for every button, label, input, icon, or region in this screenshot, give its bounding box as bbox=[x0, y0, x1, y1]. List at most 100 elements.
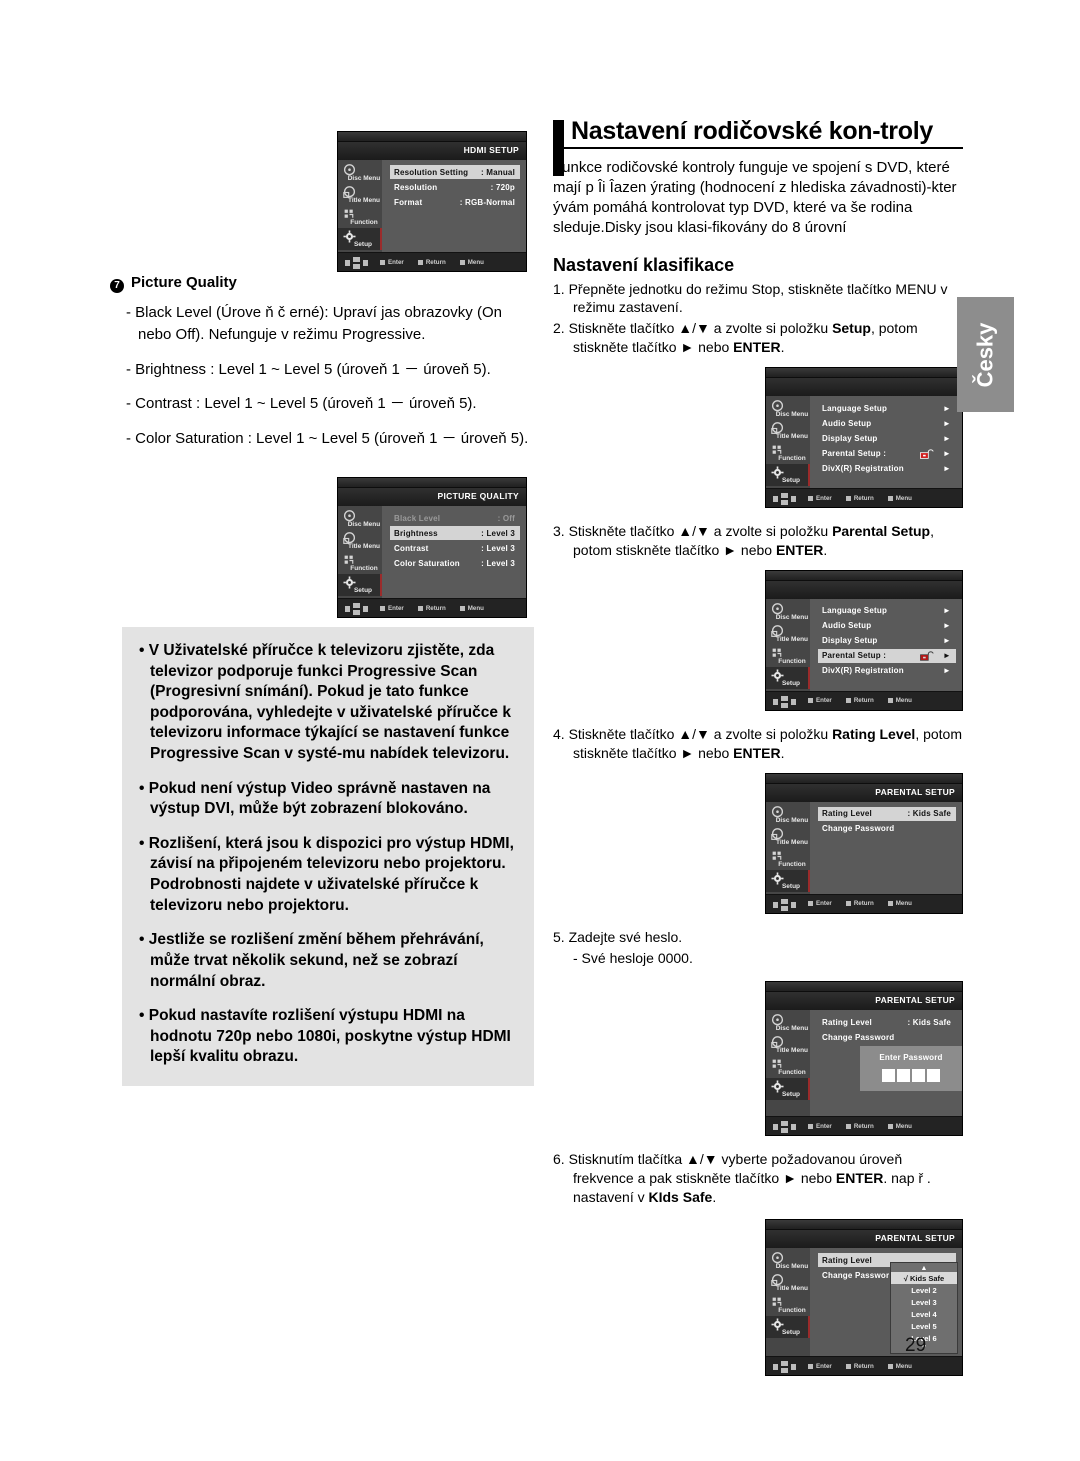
osd-enter-button[interactable]: Enter bbox=[808, 1363, 832, 1370]
osd-bottom-label: Return bbox=[425, 604, 446, 612]
osd-menu-button[interactable]: Menu bbox=[887, 495, 912, 502]
menu-key-icon bbox=[887, 698, 893, 704]
osd-row[interactable]: Language Setup ► bbox=[818, 604, 956, 618]
osd-sidebar-item-title-menu[interactable]: Title Menu bbox=[766, 1034, 810, 1056]
password-digit-box[interactable] bbox=[897, 1069, 910, 1083]
dpad-icon bbox=[772, 695, 796, 708]
osd-enter-button[interactable]: Enter bbox=[808, 697, 832, 704]
osd-sidebar-item-disc-menu[interactable]: Disc Menu bbox=[766, 1012, 810, 1034]
osd-sidebar-item-setup[interactable]: Setup bbox=[338, 228, 382, 250]
osd-sidebar-item-setup[interactable]: Setup bbox=[338, 574, 382, 596]
osd-return-button[interactable]: Return bbox=[417, 259, 446, 266]
osd-sidebar-item-title-menu[interactable]: Title Menu bbox=[766, 1272, 810, 1294]
osd-row[interactable]: DivX(R) Registration ► bbox=[818, 461, 956, 475]
osd-row[interactable]: Rating Level : Kids Safe bbox=[818, 1015, 956, 1029]
step-4-text-e: . bbox=[780, 744, 785, 761]
osd-menu-button[interactable]: Menu bbox=[887, 900, 912, 907]
osd-row[interactable]: Contrast : Level 3 bbox=[390, 541, 520, 555]
osd-menu-button[interactable]: Menu bbox=[887, 697, 912, 704]
enter-key-icon bbox=[808, 1363, 813, 1369]
osd-sidebar-item-setup[interactable]: Setup bbox=[766, 1316, 810, 1339]
osd-menu-button[interactable]: Menu bbox=[459, 605, 484, 612]
osd-sidebar-item-setup[interactable]: Setup bbox=[766, 1078, 810, 1101]
password-digit-box[interactable] bbox=[927, 1069, 940, 1083]
osd-return-button[interactable]: Return bbox=[845, 900, 874, 907]
dpad-icon bbox=[344, 602, 368, 615]
osd-sidebar-item-title-menu[interactable]: Title Menu bbox=[338, 184, 382, 206]
dropdown-option[interactable]: √ Kids Safe bbox=[891, 1272, 957, 1285]
osd-menu-button[interactable]: Menu bbox=[887, 1123, 912, 1130]
osd-sidebar-item-disc-menu[interactable]: Disc Menu bbox=[766, 398, 810, 420]
dropdown-option[interactable]: Level 2 bbox=[891, 1284, 957, 1296]
osd-row[interactable]: DivX(R) Registration ► bbox=[818, 664, 956, 678]
osd-row[interactable]: Resolution Setting : Manual bbox=[390, 165, 520, 179]
osd-parental-2-wrap: PARENTAL SETUP Disc Menu Title Menu Func… bbox=[553, 981, 963, 1137]
osd-enter-button[interactable]: Enter bbox=[808, 495, 832, 502]
chevron-right-icon: ► bbox=[942, 651, 951, 661]
osd-row[interactable]: Change Password bbox=[818, 822, 956, 836]
osd-menu-button[interactable]: Menu bbox=[459, 259, 484, 266]
osd-sidebar-item-function[interactable]: Function bbox=[338, 552, 382, 574]
osd-title: PICTURE QUALITY bbox=[338, 488, 526, 506]
osd-sidebar-item-function[interactable]: Function bbox=[766, 645, 810, 667]
osd-row[interactable]: Color Saturation : Level 3 bbox=[390, 556, 520, 570]
scroll-up-icon[interactable]: ▲ bbox=[891, 1265, 957, 1272]
title-menu-icon bbox=[771, 1036, 784, 1049]
password-input[interactable] bbox=[866, 1069, 956, 1083]
osd-return-button[interactable]: Return bbox=[845, 1363, 874, 1370]
dropdown-option[interactable]: Level 4 bbox=[891, 1308, 957, 1320]
section-title: Nastavení klasifikace bbox=[553, 254, 735, 275]
osd-sidebar-item-setup[interactable]: Setup bbox=[766, 666, 810, 689]
osd-return-button[interactable]: Return bbox=[845, 1123, 874, 1130]
osd-enter-button[interactable]: Enter bbox=[808, 1123, 832, 1130]
osd-row[interactable]: Change Password bbox=[818, 1030, 956, 1044]
osd-row[interactable]: Resolution : 720p bbox=[390, 180, 520, 194]
osd-enter-button[interactable]: Enter bbox=[380, 605, 404, 612]
osd-sidebar-item-disc-menu[interactable]: Disc Menu bbox=[766, 804, 810, 826]
osd-enter-button[interactable]: Enter bbox=[808, 900, 832, 907]
osd-sidebar-item-function[interactable]: Function bbox=[766, 442, 810, 464]
osd-title: PARENTAL SETUP bbox=[766, 783, 962, 802]
osd-sidebar-item-title-menu[interactable]: Title Menu bbox=[766, 623, 810, 645]
osd-row[interactable]: Audio Setup ► bbox=[818, 416, 956, 430]
osd-row[interactable]: Display Setup ► bbox=[818, 634, 956, 648]
osd-sidebar-item-title-menu[interactable]: Title Menu bbox=[766, 826, 810, 848]
osd-row-label: Parental Setup : bbox=[822, 448, 887, 458]
osd-row[interactable]: Brightness : Level 3 bbox=[390, 526, 520, 540]
osd-row[interactable]: Format : RGB-Normal bbox=[390, 195, 520, 209]
password-digit-box[interactable] bbox=[882, 1069, 895, 1083]
dpad-icon bbox=[772, 1360, 796, 1374]
osd-return-button[interactable]: Return bbox=[845, 495, 874, 502]
osd-return-button[interactable]: Return bbox=[417, 604, 446, 612]
osd-row-value: : Level 3 bbox=[481, 543, 515, 553]
osd-sidebar-item-setup[interactable]: Setup bbox=[766, 464, 810, 487]
osd-sidebar-item-function[interactable]: Function bbox=[766, 1056, 810, 1078]
osd-row[interactable]: Parental Setup : ► bbox=[818, 648, 956, 663]
password-digit-box[interactable] bbox=[912, 1069, 925, 1083]
osd-enter-button[interactable]: Enter bbox=[380, 259, 404, 266]
osd-row[interactable]: Black Level : Off bbox=[390, 511, 520, 525]
osd-sidebar-item-function[interactable]: Function bbox=[766, 1294, 810, 1316]
osd-sidebar-item-function[interactable]: Function bbox=[338, 206, 382, 228]
osd-sidebar-item-disc-menu[interactable]: Disc Menu bbox=[766, 601, 810, 623]
osd-row[interactable]: Rating Level : Kids Safe bbox=[818, 806, 956, 821]
dropdown-option[interactable]: Level 3 bbox=[891, 1296, 957, 1308]
osd-row[interactable]: Language Setup ► bbox=[818, 401, 956, 415]
osd-menu-button[interactable]: Menu bbox=[887, 1363, 912, 1370]
osd-sidebar-item-function[interactable]: Function bbox=[766, 848, 810, 870]
unlock-icon bbox=[919, 448, 934, 459]
osd-sidebar-item-disc-menu[interactable]: Disc Menu bbox=[338, 508, 382, 530]
osd-return-button[interactable]: Return bbox=[845, 697, 874, 704]
osd-row-label: Rating Level bbox=[822, 1017, 872, 1027]
osd-row[interactable]: Parental Setup : ► bbox=[818, 446, 956, 460]
osd-sidebar-item-setup[interactable]: Setup bbox=[766, 869, 810, 892]
osd-row[interactable]: Display Setup ► bbox=[818, 431, 956, 445]
osd-sidebar-item-disc-menu[interactable]: Disc Menu bbox=[338, 162, 382, 184]
osd-row[interactable]: Audio Setup ► bbox=[818, 619, 956, 633]
dropdown-option[interactable]: Level 5 bbox=[891, 1320, 957, 1332]
right-column: Nastavení rodičovské kon-troly Funkce ro… bbox=[553, 118, 963, 1390]
osd-sidebar-item-title-menu[interactable]: Title Menu bbox=[766, 420, 810, 442]
osd-rows: Rating Level : Kids Safe Change Password bbox=[810, 802, 962, 894]
osd-sidebar-item-disc-menu[interactable]: Disc Menu bbox=[766, 1250, 810, 1272]
osd-sidebar-item-title-menu[interactable]: Title Menu bbox=[338, 530, 382, 552]
